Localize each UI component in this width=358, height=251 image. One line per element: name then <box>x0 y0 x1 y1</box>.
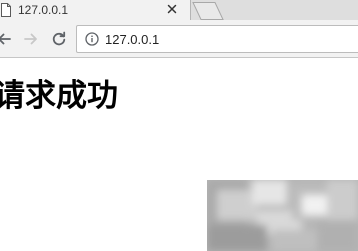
toolbar: 127.0.0.1 <box>0 20 358 58</box>
info-icon[interactable] <box>85 32 99 46</box>
address-bar[interactable]: 127.0.0.1 <box>76 25 358 53</box>
active-tab[interactable]: 127.0.0.1 <box>0 0 191 21</box>
page-heading: 请求成功 <box>0 78 118 114</box>
forward-icon[interactable] <box>23 31 39 47</box>
page-content: 请求成功 <box>0 58 358 251</box>
reload-icon[interactable] <box>51 31 67 47</box>
back-icon[interactable] <box>0 31 12 47</box>
tab-title: 127.0.0.1 <box>18 3 69 17</box>
tab-strip: 127.0.0.1 <box>0 0 358 21</box>
blurred-image <box>207 180 358 251</box>
document-icon <box>1 3 11 17</box>
url-text: 127.0.0.1 <box>105 32 160 47</box>
browser-window: 127.0.0.1 127.0.0.1 请求成功 <box>0 0 358 251</box>
close-icon[interactable] <box>166 3 178 15</box>
new-tab-button[interactable] <box>185 0 229 20</box>
